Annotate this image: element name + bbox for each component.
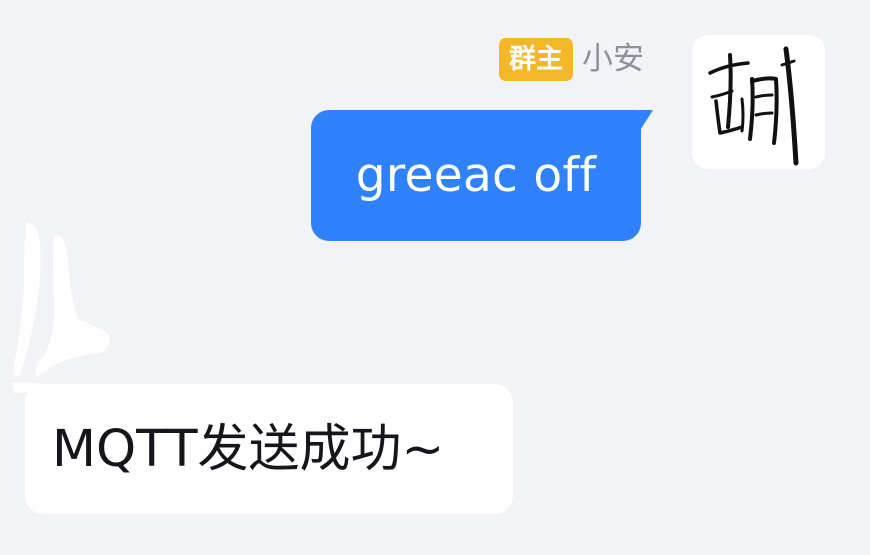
bot-avatar[interactable] [8,215,118,395]
calligraphy-avatar-icon [708,46,799,166]
faded-avatar-icon [12,222,110,393]
incoming-message-bubble[interactable]: MQTT发送成功~ [25,384,513,514]
group-owner-badge: 群主 [499,37,573,81]
bubble-tail [639,110,653,132]
sender-header: 群主 小安 [499,36,644,82]
outgoing-message-bubble[interactable]: greeac off [311,110,653,241]
sender-avatar[interactable] [692,35,825,169]
outgoing-message-text: greeac off [355,148,597,203]
incoming-message-text: MQTT发送成功~ [52,419,445,479]
sender-name[interactable]: 小安 [582,43,644,75]
